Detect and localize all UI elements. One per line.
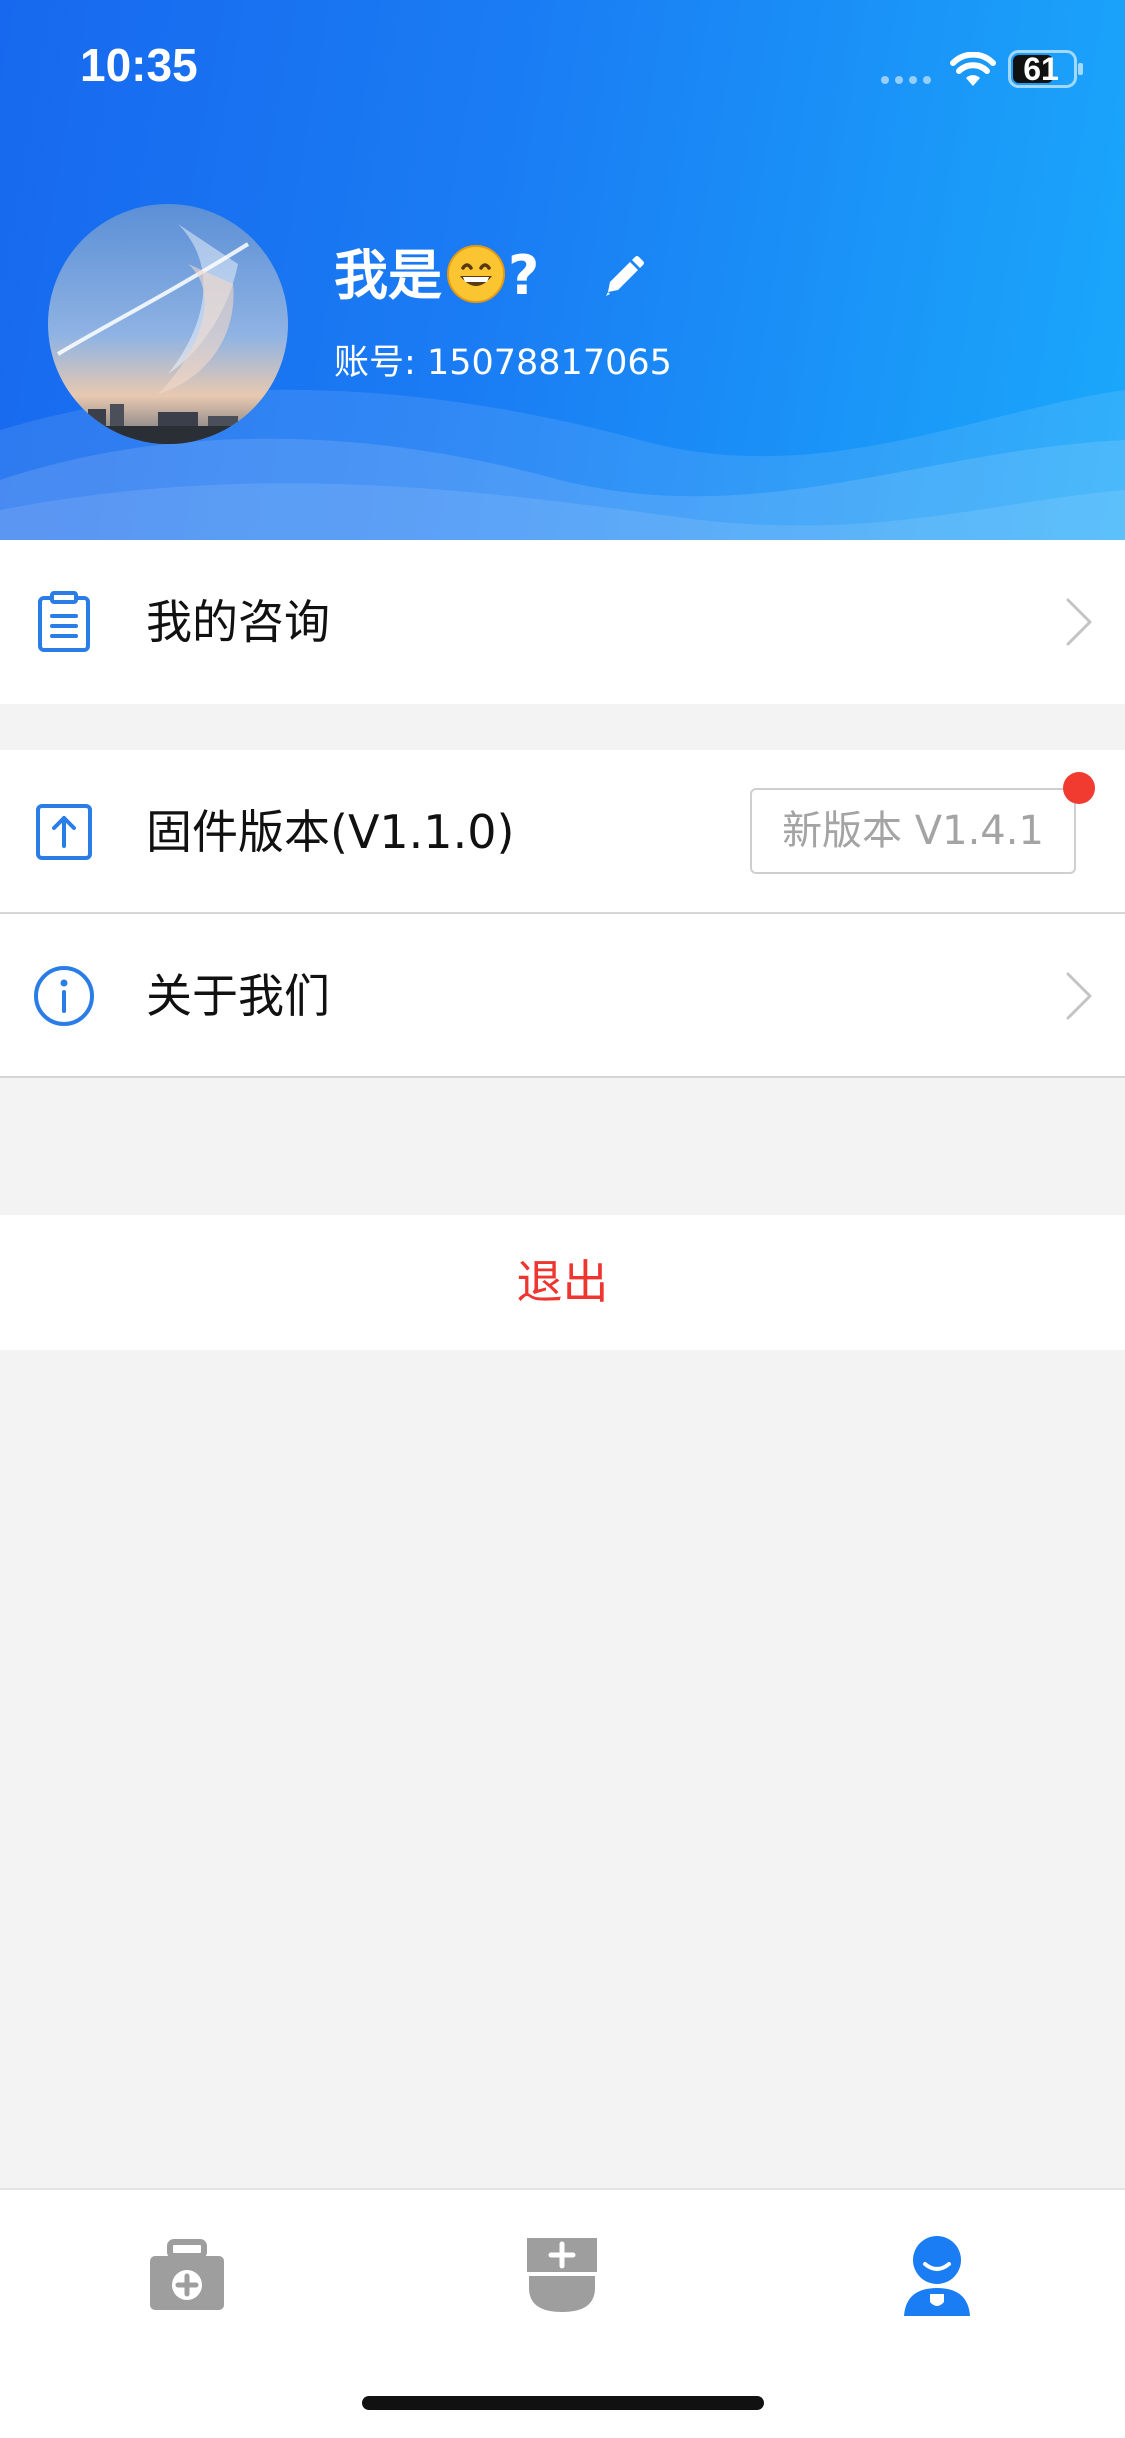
user-profile-icon — [904, 2236, 970, 2316]
tab-consult[interactable] — [132, 2230, 242, 2330]
chevron-right-icon — [1066, 598, 1092, 646]
cellular-signal-icon — [881, 76, 931, 84]
menu-label-firmware: 固件版本(V1.1.0) — [146, 805, 515, 859]
account-info: 账号: 15078817065 — [334, 334, 672, 385]
home-indicator — [362, 2396, 764, 2410]
chevron-right-icon — [1066, 972, 1092, 1020]
logout-section: 退出 — [0, 1215, 1125, 1350]
divider — [0, 1076, 1125, 1078]
settings-section: 固件版本(V1.1.0) 新版本 V1.4.1 关于我们 — [0, 750, 1125, 1078]
update-notification-dot — [1063, 772, 1095, 804]
edit-pencil-icon[interactable] — [598, 252, 648, 302]
status-bar: 10:35 61 — [0, 0, 1125, 140]
clipboard-icon — [38, 591, 90, 652]
account-label: 账号: — [334, 343, 416, 383]
menu-label-about-us: 关于我们 — [146, 969, 330, 1023]
menu-item-about-us[interactable]: 关于我们 — [0, 914, 1125, 1078]
new-version-button[interactable]: 新版本 V1.4.1 — [750, 788, 1076, 874]
status-time: 10:35 — [80, 39, 198, 91]
wifi-icon — [950, 52, 996, 86]
tab-profile[interactable] — [882, 2230, 992, 2330]
tab-device[interactable] — [507, 2230, 617, 2330]
menu-item-firmware[interactable]: 固件版本(V1.1.0) 新版本 V1.4.1 — [0, 750, 1125, 914]
upload-icon — [36, 804, 92, 860]
profile-name-text: 我是 — [334, 244, 442, 307]
info-icon — [34, 966, 94, 1026]
avatar-photo — [48, 224, 288, 444]
avatar[interactable] — [48, 204, 288, 444]
profile-name: 我是 ? — [334, 240, 539, 312]
menu-item-my-consult[interactable]: 我的咨询 — [0, 540, 1125, 704]
medical-kit-icon — [150, 2239, 224, 2310]
profile-header: 10:35 61 我是 ? 账号: 15078817065 — [0, 0, 1125, 540]
grinning-face-icon — [447, 245, 505, 304]
battery-level: 61 — [1023, 51, 1059, 87]
menu-label-my-consult: 我的咨询 — [146, 595, 330, 649]
account-number: 15078817065 — [426, 343, 672, 383]
logout-button[interactable]: 退出 — [0, 1215, 1125, 1350]
device-add-icon — [527, 2238, 597, 2312]
profile-name-suffix: ? — [508, 244, 540, 307]
consult-section: 我的咨询 — [0, 540, 1125, 704]
